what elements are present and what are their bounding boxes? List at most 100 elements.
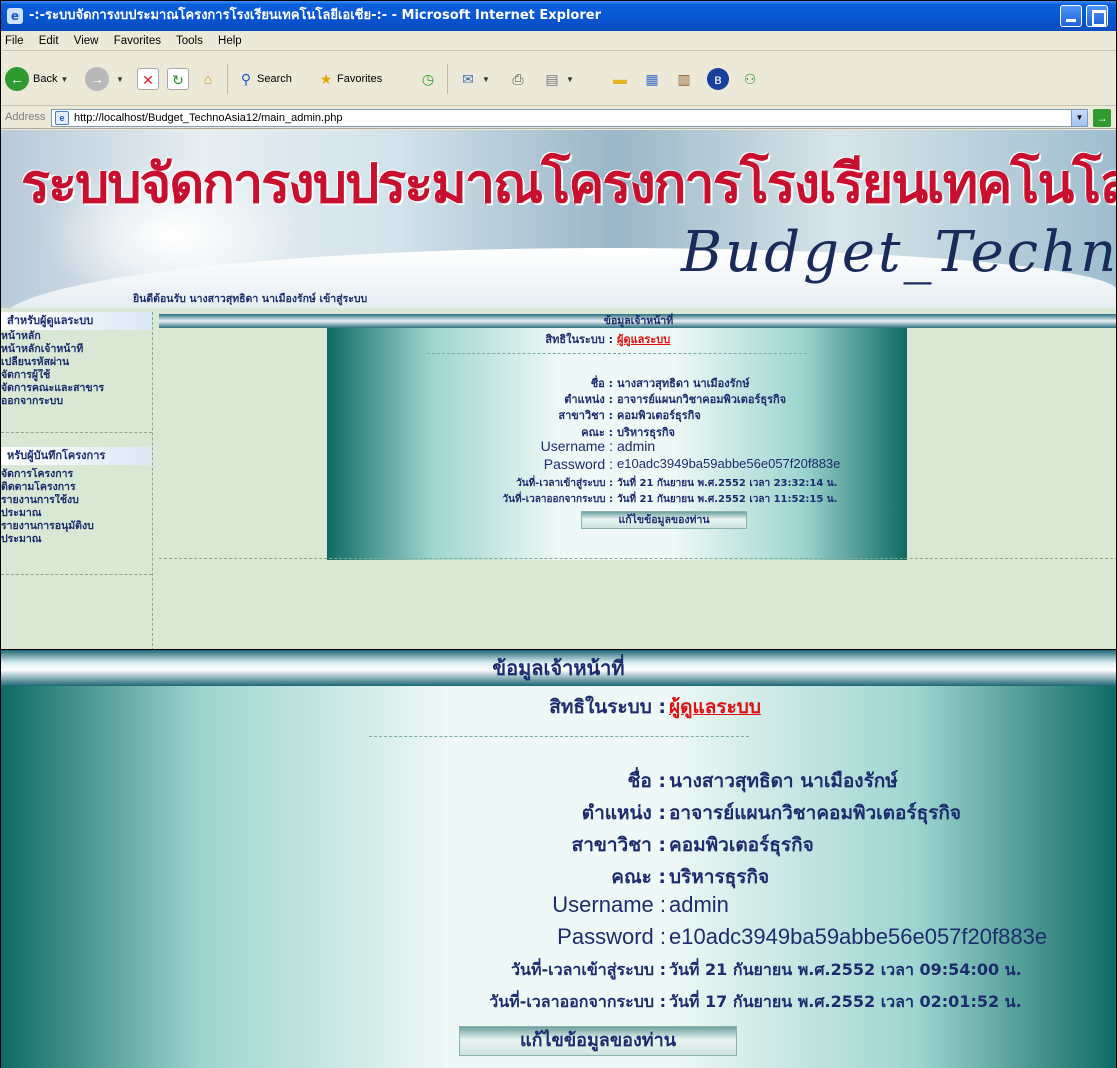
bluetooth-icon: ʙ xyxy=(707,68,729,91)
menu-help[interactable]: Help xyxy=(218,35,242,47)
sidebar-admin-heading: สำหรับผู้ดูแลระบบ xyxy=(1,312,152,330)
edit-page-button[interactable]: ▤ ▼ xyxy=(541,65,574,93)
sidebar-item-manage-users[interactable]: จัดการผู้ใช้ xyxy=(1,369,152,382)
history-button[interactable]: ◷ xyxy=(417,65,439,93)
content-divider xyxy=(159,558,1116,559)
research-button[interactable]: ▥ xyxy=(673,65,695,93)
star-icon: ★ xyxy=(319,71,333,88)
print-icon: ⎙ xyxy=(512,71,524,88)
password-value: e10adc3949ba59abbe56e057f20f883e xyxy=(617,456,841,471)
major-value: คอมพิวเตอร์ธุรกิจ xyxy=(617,409,701,422)
menu-view[interactable]: View xyxy=(74,35,99,47)
zoom-faculty-label: คณะ : xyxy=(611,866,666,888)
sidebar-divider xyxy=(1,574,152,575)
page-icon: e xyxy=(55,111,69,125)
title-bar: e -:-ระบบจัดการงบประมาณโครงการโรงเรียนเท… xyxy=(1,1,1116,31)
username-label: Username : xyxy=(540,438,613,454)
bluetooth-button[interactable]: ʙ xyxy=(707,65,729,93)
sidebar-item-logout[interactable]: ออกจากระบบ xyxy=(1,395,152,408)
dotted-divider xyxy=(427,353,807,354)
home-button[interactable]: ⌂ xyxy=(197,65,219,93)
sidebar-item-change-password[interactable]: เปลี่ยนรหัสผ่าน xyxy=(1,356,152,369)
folder-button[interactable]: ▬ xyxy=(609,65,631,93)
address-url: http://localhost/Budget_TechnoAsia12/mai… xyxy=(74,112,343,124)
role-label: สิทธิในระบบ : xyxy=(545,333,613,346)
zoom-major-value: คอมพิวเตอร์ธุรกิจ xyxy=(669,834,814,856)
sidebar-item-approval-report-cont[interactable]: ประมาณ xyxy=(1,533,152,546)
zoom-role-value: ผู้ดูแลระบบ xyxy=(669,696,761,718)
menu-favorites[interactable]: Favorites xyxy=(114,35,161,47)
zoom-password-value: e10adc3949ba59abbe56e057f20f883e xyxy=(669,924,1048,949)
messenger-icon: ▦ xyxy=(645,71,659,88)
mail-button[interactable]: ✉ ▼ xyxy=(457,65,490,93)
sidebar-item-manage-projects[interactable]: จัดการโครงการ xyxy=(1,468,152,481)
address-input[interactable]: e http://localhost/Budget_TechnoAsia12/m… xyxy=(51,109,1088,127)
search-button[interactable]: ⚲ Search xyxy=(235,65,292,93)
zoom-major-label: สาขาวิชา : xyxy=(571,834,666,856)
zoom-password-label: Password : xyxy=(557,924,666,949)
favorites-button[interactable]: ★ Favorites xyxy=(315,65,383,93)
menu-bar: File Edit View Favorites Tools Help xyxy=(1,31,1116,51)
history-icon: ◷ xyxy=(421,71,435,88)
dropdown-arrow-icon: ▼ xyxy=(482,75,490,84)
role-value: ผู้ดูแลระบบ xyxy=(617,333,671,346)
zoom-dotted-divider xyxy=(369,736,749,737)
forward-button[interactable]: → ▼ xyxy=(85,65,124,93)
sidebar-item-budget-report[interactable]: รายงานการใช้งบ xyxy=(1,494,152,507)
banner-title: ระบบจัดการงบประมาณโครงการโรงเรียนเทคโนโล… xyxy=(21,152,1116,215)
banner: ระบบจัดการงบประมาณโครงการโรงเรียนเทคโนโล… xyxy=(1,130,1117,308)
messenger-button[interactable]: ▦ xyxy=(641,65,663,93)
sidebar: สำหรับผู้ดูแลระบบ หน้าหลัก หน้าหลักเจ้าห… xyxy=(1,312,153,649)
users-icon: ⚇ xyxy=(743,71,757,88)
mail-icon: ✉ xyxy=(462,71,474,88)
staff-info-panel: สิทธิในระบบ : ผู้ดูแลระบบ ชื่อ : นางสาวสุ… xyxy=(327,328,907,560)
address-dropdown-icon[interactable]: ▼ xyxy=(1071,110,1087,126)
print-button[interactable]: ⎙ xyxy=(507,65,529,93)
edit-profile-button[interactable]: แก้ไขข้อมูลของท่าน xyxy=(581,511,747,529)
menu-edit[interactable]: Edit xyxy=(39,35,59,47)
logout-time-label: วันที่-เวลาออกจากระบบ : xyxy=(502,494,613,505)
sidebar-divider xyxy=(1,432,152,433)
sidebar-item-approval-report[interactable]: รายงานการอนุมัติงบ xyxy=(1,520,152,533)
sidebar-item-budget-report-cont[interactable]: ประมาณ xyxy=(1,507,152,520)
zoom-username-value: admin xyxy=(669,892,729,917)
ie-icon: e xyxy=(7,8,23,24)
back-button[interactable]: ← Back ▼ xyxy=(5,65,68,93)
banner-script-logo: Budget_Technoas xyxy=(681,220,1117,285)
zoom-position-value: อาจารย์แผนกวิชาคอมพิวเตอร์ธุรกิจ xyxy=(669,802,962,824)
zoom-logout-time-value: วันที่ 17 กันยายน พ.ศ.2552 เวลา 02:01:52… xyxy=(669,992,1022,1011)
zoom-position-label: ตำแหน่ง : xyxy=(581,802,666,824)
menu-file[interactable]: File xyxy=(5,35,24,47)
go-button[interactable]: → xyxy=(1093,109,1111,127)
zoom-login-time-label: วันที่-เวลาเข้าสู่ระบบ : xyxy=(511,960,666,979)
zoom-logout-time-label: วันที่-เวลาออกจากระบบ : xyxy=(489,992,666,1011)
dropdown-arrow-icon: ▼ xyxy=(566,75,574,84)
sidebar-item-manage-faculties[interactable]: จัดการคณะและสาขาร xyxy=(1,382,152,395)
zoomed-staff-info: ข้อมูลเจ้าหน้าที่ สิทธิในระบบ : ผู้ดูแลร… xyxy=(0,650,1117,1068)
minimize-button[interactable] xyxy=(1060,5,1082,27)
refresh-button[interactable]: ↻ xyxy=(167,65,189,93)
refresh-icon: ↻ xyxy=(167,68,189,91)
stop-icon: ✕ xyxy=(137,68,159,91)
menu-tools[interactable]: Tools xyxy=(176,35,203,47)
sidebar-project-heading: หรับผู้บันทึกโครงการ xyxy=(1,447,152,465)
login-time-label: วันที่-เวลาเข้าสู่ระบบ : xyxy=(516,478,613,489)
major-label: สาขาวิชา : xyxy=(558,409,613,422)
zoom-edit-profile-button[interactable]: แก้ไขข้อมูลของท่าน xyxy=(459,1026,737,1056)
zoom-username-label: Username : xyxy=(552,892,666,917)
welcome-message: ยินดีต้อนรับ นางสาวสุทธิดา นาเมืองรักษ์ … xyxy=(133,293,368,305)
sidebar-item-home[interactable]: หน้าหลัก xyxy=(1,330,152,343)
sidebar-item-track-projects[interactable]: ติดตามโครงการ xyxy=(1,481,152,494)
toolbar-divider xyxy=(447,64,448,94)
maximize-button[interactable] xyxy=(1086,5,1108,27)
stop-button[interactable]: ✕ xyxy=(137,65,159,93)
users-button[interactable]: ⚇ xyxy=(739,65,761,93)
password-label: Password : xyxy=(543,456,613,472)
sidebar-item-staff-home[interactable]: หน้าหลักเจ้าหน้าที่ xyxy=(1,343,152,356)
dropdown-arrow-icon: ▼ xyxy=(116,75,124,84)
search-icon: ⚲ xyxy=(240,71,252,88)
project-menu: จัดการโครงการ ติดตามโครงการ รายงานการใช้… xyxy=(1,468,152,546)
toolbar-divider xyxy=(227,64,228,94)
browser-window: e -:-ระบบจัดการงบประมาณโครงการโรงเรียนเท… xyxy=(0,0,1117,650)
logout-time-value: วันที่ 21 กันยายน พ.ศ.2552 เวลา 11:52:15… xyxy=(617,494,838,505)
